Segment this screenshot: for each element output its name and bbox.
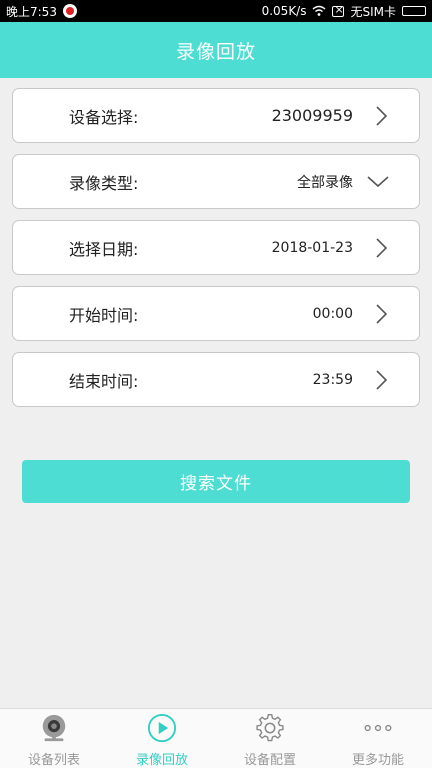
qq-notification-icon — [62, 4, 77, 18]
nav-label: 录像回放 — [135, 753, 188, 768]
bottom-nav: 设备列表 录像回放 设备配置 更多功能 — [0, 708, 432, 768]
no-sim-icon — [332, 3, 345, 17]
camera-icon — [42, 714, 66, 742]
title-bar: 录像回放 — [0, 22, 432, 78]
device-select-value: 23009959 — [271, 106, 353, 125]
chevron-right-icon — [376, 105, 388, 126]
chevron-right-icon — [376, 303, 388, 324]
status-right: 0.05K/s 无SIM卡 — [262, 3, 426, 20]
status-bar: 晚上7:53 0.05K/s 无SIM卡 — [0, 0, 432, 22]
end-time-label: 结束时间: — [69, 371, 139, 391]
nav-item-device-config[interactable]: 设备配置 — [216, 709, 324, 768]
start-time-value: 00:00 — [312, 305, 353, 322]
network-speed: 0.05K/s — [261, 4, 307, 18]
chevron-down-icon — [367, 175, 389, 187]
status-time: 晚上7:53 — [6, 4, 57, 19]
more-icon — [364, 724, 392, 732]
start-time-label: 开始时间: — [69, 305, 139, 325]
sim-status: 无SIM卡 — [350, 4, 396, 19]
device-select-label: 设备选择: — [69, 107, 139, 127]
date-select-label: 选择日期: — [69, 239, 139, 259]
play-icon — [147, 713, 177, 743]
chevron-right-icon — [376, 237, 388, 258]
gear-icon — [256, 714, 284, 742]
date-select-row[interactable]: 选择日期: 2018-01-23 — [12, 220, 420, 275]
record-type-value: 全部录像 — [297, 174, 353, 191]
nav-label: 更多功能 — [351, 753, 404, 768]
end-time-value: 23:59 — [312, 371, 353, 388]
start-time-row[interactable]: 开始时间: 00:00 — [12, 286, 420, 341]
page-title: 录像回放 — [175, 40, 256, 63]
nav-label: 设备配置 — [243, 753, 296, 768]
nav-item-playback[interactable]: 录像回放 — [108, 709, 216, 768]
nav-item-more[interactable]: 更多功能 — [324, 709, 432, 768]
device-select-row[interactable]: 设备选择: 23009959 — [12, 88, 420, 143]
record-type-row[interactable]: 录像类型: 全部录像 — [12, 154, 420, 209]
chevron-right-icon — [376, 369, 388, 390]
search-files-button[interactable]: 搜索文件 — [22, 460, 410, 503]
nav-label: 设备列表 — [27, 753, 80, 768]
battery-icon — [402, 6, 426, 16]
status-left: 晚上7:53 — [6, 3, 77, 20]
wifi-icon — [313, 5, 326, 16]
date-select-value: 2018-01-23 — [271, 239, 353, 256]
nav-item-device-list[interactable]: 设备列表 — [0, 709, 108, 768]
end-time-row[interactable]: 结束时间: 23:59 — [12, 352, 420, 407]
record-type-label: 录像类型: — [69, 173, 139, 193]
